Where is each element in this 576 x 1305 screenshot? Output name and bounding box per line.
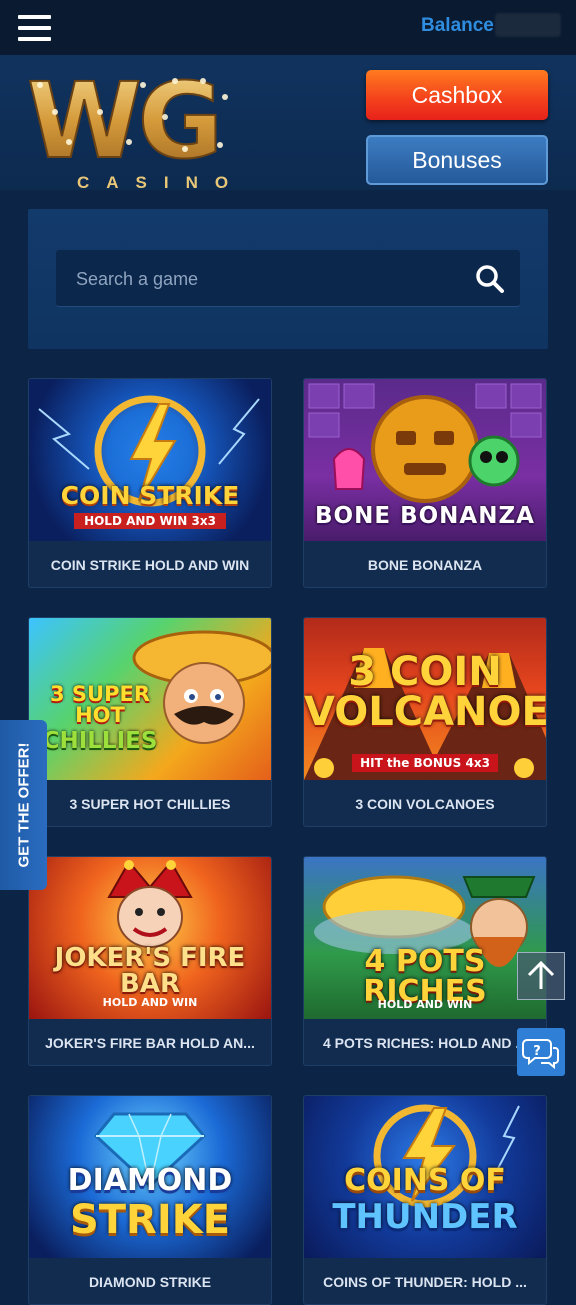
game-title: BONE BONANZA: [367, 557, 483, 573]
game-title: JOKER'S FIRE BAR HOLD AN...: [45, 1035, 255, 1051]
game-thumbnail: COINS OF THUNDER: [304, 1096, 546, 1258]
search-panel: [28, 209, 548, 349]
svg-text:WG: WG: [27, 67, 219, 167]
game-art-subtitle: HOLD AND WIN: [102, 996, 198, 1009]
game-card-3-super-hot-chillies[interactable]: 3 SUPER HOT CHILLIES 3 SUPER HOT CHILLIE…: [28, 617, 272, 827]
game-thumbnail: 4 POTS RICHES HOLD AND WIN: [304, 857, 546, 1019]
balance-value: [495, 13, 561, 37]
game-title: DIAMOND STRIKE: [88, 1274, 212, 1290]
support-chat-button[interactable]: ?: [517, 1028, 565, 1076]
game-title: 4 POTS RICHES: HOLD AND ...: [322, 1035, 528, 1051]
search-box: [56, 250, 520, 307]
game-thumbnail: 3 SUPER HOT CHILLIES: [29, 618, 271, 780]
search-input[interactable]: [74, 264, 458, 294]
game-card-diamond-strike[interactable]: DIAMOND STRIKE DIAMOND STRIKE: [28, 1095, 272, 1305]
game-card-coins-of-thunder[interactable]: COINS OF THUNDER COINS OF THUNDER: HOLD …: [303, 1095, 547, 1305]
game-card-4-pots-riches[interactable]: 4 POTS RICHES HOLD AND WIN 4 POTS RICHES…: [303, 856, 547, 1066]
game-art-subtitle: HIT the BONUS 4x3: [352, 754, 498, 772]
game-title: COINS OF THUNDER: HOLD ...: [323, 1274, 527, 1290]
game-title: COIN STRIKE HOLD AND WIN: [50, 557, 250, 573]
bonuses-button[interactable]: Bonuses: [366, 135, 548, 185]
game-art-subtitle: CHILLIES: [42, 728, 158, 754]
game-thumbnail: 3 COIN VOLCANOES HIT the BONUS 4x3: [304, 618, 546, 780]
game-art-subtitle: HOLD AND WIN: [377, 998, 473, 1011]
game-title: 3 COIN VOLCANOES: [355, 796, 495, 812]
balance-label: Balance: [421, 15, 494, 36]
scroll-to-top-button[interactable]: [517, 952, 565, 1000]
search-icon[interactable]: [475, 264, 505, 294]
game-thumbnail: BONE BONANZA: [304, 379, 546, 541]
game-art-title: COINS OF: [344, 1163, 506, 1198]
game-card-coin-strike[interactable]: COIN STRIKE HOLD AND WIN 3x3 COIN STRIKE…: [28, 378, 272, 588]
game-thumbnail: DIAMOND STRIKE: [29, 1096, 271, 1258]
game-card-3-coin-volcanoes[interactable]: 3 COIN VOLCANOES HIT the BONUS 4x3 3 COI…: [303, 617, 547, 827]
game-art-title: COIN STRIKE: [60, 481, 240, 510]
game-art-title: DIAMOND: [67, 1163, 233, 1198]
game-art-title: JOKER'S FIRE BAR: [54, 943, 246, 999]
get-the-offer-label: GET THE OFFER!: [15, 742, 32, 868]
header: WG CASINO Cashbox Bonuses: [0, 55, 576, 192]
game-art-subtitle: HOLD AND WIN 3x3: [74, 513, 226, 529]
arrow-up-icon: [527, 960, 555, 989]
game-title: 3 SUPER HOT CHILLIES: [69, 796, 231, 812]
game-art-title: BONE BONANZA: [315, 503, 535, 529]
game-thumbnail: COIN STRIKE HOLD AND WIN 3x3: [29, 379, 271, 541]
logo-casino-text: CASINO: [77, 173, 246, 192]
cashbox-button[interactable]: Cashbox: [366, 70, 548, 120]
top-bar: Balance: [0, 0, 576, 55]
game-card-bone-bonanza[interactable]: BONE BONANZA BONE BONANZA: [303, 378, 547, 588]
game-art-title: 3 SUPER HOT: [49, 682, 150, 727]
game-art-subtitle: THUNDER: [332, 1197, 518, 1237]
game-art-subtitle: STRIKE: [69, 1197, 231, 1243]
game-card-jokers-fire-bar[interactable]: JOKER'S FIRE BAR HOLD AND WIN JOKER'S FI…: [28, 856, 272, 1066]
get-the-offer-tab[interactable]: GET THE OFFER!: [0, 720, 47, 890]
svg-text:?: ?: [533, 1044, 541, 1059]
hamburger-menu-icon[interactable]: [18, 13, 51, 43]
chat-support-icon: ?: [522, 1039, 559, 1070]
game-art-title: 3 COIN VOLCANOES: [304, 649, 546, 735]
wg-casino-logo[interactable]: WG CASINO: [25, 59, 240, 192]
game-thumbnail: JOKER'S FIRE BAR HOLD AND WIN: [29, 857, 271, 1019]
